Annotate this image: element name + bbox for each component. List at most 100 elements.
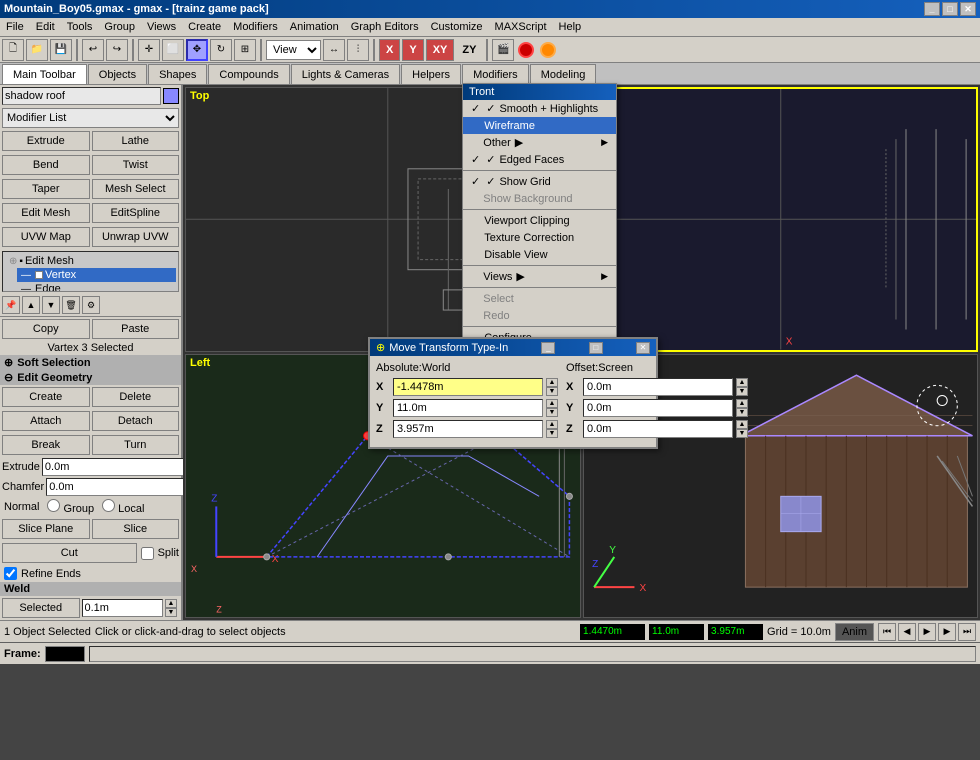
local-radio-label[interactable]: Local [102, 499, 144, 515]
break-button[interactable]: Break [2, 435, 90, 455]
off-y-input[interactable] [583, 399, 733, 417]
off-x-down[interactable]: ▼ [736, 387, 748, 396]
frame-input[interactable] [45, 646, 85, 662]
ctx-smooth-highlights[interactable]: ✓Smooth + Highlights [463, 100, 616, 117]
cut-button[interactable]: Cut [2, 543, 137, 563]
abs-y-up[interactable]: ▲ [546, 399, 558, 408]
turn-button[interactable]: Turn [92, 435, 180, 455]
split-checkbox[interactable] [141, 547, 154, 560]
redo-button[interactable]: ↪ [106, 39, 128, 61]
dialog-maximize[interactable]: □ [589, 342, 603, 354]
key-button[interactable]: ⏮ [878, 623, 896, 641]
weld-selected-button[interactable]: Selected [2, 598, 80, 618]
tree-edge[interactable]: — Edge [17, 282, 176, 292]
weld-down[interactable]: ▼ [165, 608, 177, 617]
axis-x[interactable]: X [379, 39, 400, 61]
ctx-viewport-clipping[interactable]: ✓Viewport Clipping [463, 212, 616, 229]
menu-graph-editors[interactable]: Graph Editors [345, 20, 425, 34]
group-radio-label[interactable]: Group [47, 499, 94, 515]
axis-y[interactable]: Y [402, 39, 423, 61]
ctx-other[interactable]: ✓ Other▶ [463, 134, 616, 151]
unwrap-uvw-button[interactable]: Unwrap UVW [92, 227, 180, 247]
tab-compounds[interactable]: Compounds [208, 64, 289, 84]
reference-coord-select[interactable]: View World Screen [266, 40, 321, 60]
anim-button[interactable]: Anim [835, 623, 874, 641]
edit-geometry-header[interactable]: ⊖ Edit Geometry [0, 370, 181, 385]
tab-helpers[interactable]: Helpers [401, 64, 461, 84]
tab-main-toolbar[interactable]: Main Toolbar [2, 64, 87, 84]
move-button[interactable]: ✥ [186, 39, 208, 61]
edit-mesh-button[interactable]: Edit Mesh [2, 203, 90, 223]
detach-button[interactable]: Detach [92, 411, 180, 431]
menu-create[interactable]: Create [182, 20, 227, 34]
menu-animation[interactable]: Animation [284, 20, 345, 34]
create-button[interactable]: Create [2, 387, 90, 407]
pin-icon[interactable]: 📌 [2, 296, 20, 314]
configure-icon[interactable]: ⚙ [82, 296, 100, 314]
abs-y-down[interactable]: ▼ [546, 408, 558, 417]
extrude-spin-input[interactable] [42, 458, 190, 476]
undo-button[interactable]: ↩ [82, 39, 104, 61]
ctx-show-grid[interactable]: ✓Show Grid [463, 173, 616, 190]
menu-file[interactable]: File [0, 20, 30, 34]
menu-group[interactable]: Group [98, 20, 141, 34]
align-button[interactable]: ⫶ [347, 39, 369, 61]
next-frame-button[interactable]: ▶ [938, 623, 956, 641]
menu-views[interactable]: Views [141, 20, 182, 34]
tab-lights-cameras[interactable]: Lights & Cameras [291, 64, 400, 84]
extrude-button[interactable]: Extrude [2, 131, 90, 151]
navigate-down-icon[interactable]: ▼ [42, 296, 60, 314]
axis-xy[interactable]: XY [426, 39, 455, 61]
abs-x-input[interactable] [393, 378, 543, 396]
open-button[interactable]: 📁 [26, 39, 48, 61]
select-button[interactable]: ✛ [138, 39, 160, 61]
weld-up[interactable]: ▲ [165, 599, 177, 608]
scale-button[interactable]: ⊞ [234, 39, 256, 61]
menu-modifiers[interactable]: Modifiers [227, 20, 284, 34]
off-z-input[interactable] [583, 420, 733, 438]
new-button[interactable]: 🗋 [2, 39, 24, 61]
abs-x-down[interactable]: ▼ [546, 387, 558, 396]
soft-selection-header[interactable]: ⊕ Soft Selection [0, 355, 181, 370]
tab-shapes[interactable]: Shapes [148, 64, 207, 84]
ctx-views[interactable]: ✓ Views▶ [463, 268, 616, 285]
save-button[interactable]: 💾 [50, 39, 72, 61]
navigate-up-icon[interactable]: ▲ [22, 296, 40, 314]
tree-vertex[interactable]: — Vertex [17, 268, 176, 282]
lathe-button[interactable]: Lathe [92, 131, 180, 151]
copy-button[interactable]: Copy [2, 319, 90, 339]
twist-button[interactable]: Twist [92, 155, 180, 175]
off-z-up[interactable]: ▲ [736, 420, 748, 429]
timeline-slider[interactable] [89, 646, 976, 662]
bend-button[interactable]: Bend [2, 155, 90, 175]
menu-help[interactable]: Help [553, 20, 588, 34]
abs-z-up[interactable]: ▲ [546, 420, 558, 429]
close-button[interactable]: ✕ [960, 2, 976, 16]
abs-z-input[interactable] [393, 420, 543, 438]
off-x-up[interactable]: ▲ [736, 378, 748, 387]
edit-spline-button[interactable]: EditSpline [92, 203, 180, 223]
play-button[interactable]: ▶ [918, 623, 936, 641]
minimize-button[interactable]: _ [924, 2, 940, 16]
off-y-down[interactable]: ▼ [736, 408, 748, 417]
paste-button[interactable]: Paste [92, 319, 180, 339]
object-name-input[interactable] [2, 87, 161, 105]
object-color-swatch[interactable] [163, 88, 179, 104]
mesh-select-button[interactable]: Mesh Select [92, 179, 180, 199]
off-z-down[interactable]: ▼ [736, 429, 748, 438]
off-x-input[interactable] [583, 378, 733, 396]
group-radio[interactable] [47, 499, 60, 512]
slice-button[interactable]: Slice [92, 519, 180, 539]
abs-z-down[interactable]: ▼ [546, 429, 558, 438]
modifier-list-dropdown[interactable]: Modifier List [2, 108, 179, 128]
uvw-map-button[interactable]: UVW Map [2, 227, 90, 247]
ctx-edged-faces[interactable]: ✓Edged Faces [463, 151, 616, 168]
render-button[interactable]: 🎬 [492, 39, 514, 61]
delete-mod-icon[interactable]: 🗑 [62, 296, 80, 314]
off-y-up[interactable]: ▲ [736, 399, 748, 408]
abs-x-up[interactable]: ▲ [546, 378, 558, 387]
tree-edit-mesh[interactable]: ⊕ ▪ Edit Mesh [5, 254, 176, 268]
menu-tools[interactable]: Tools [61, 20, 99, 34]
mirror-button[interactable]: ↔ [323, 39, 345, 61]
end-button[interactable]: ⏭ [958, 623, 976, 641]
